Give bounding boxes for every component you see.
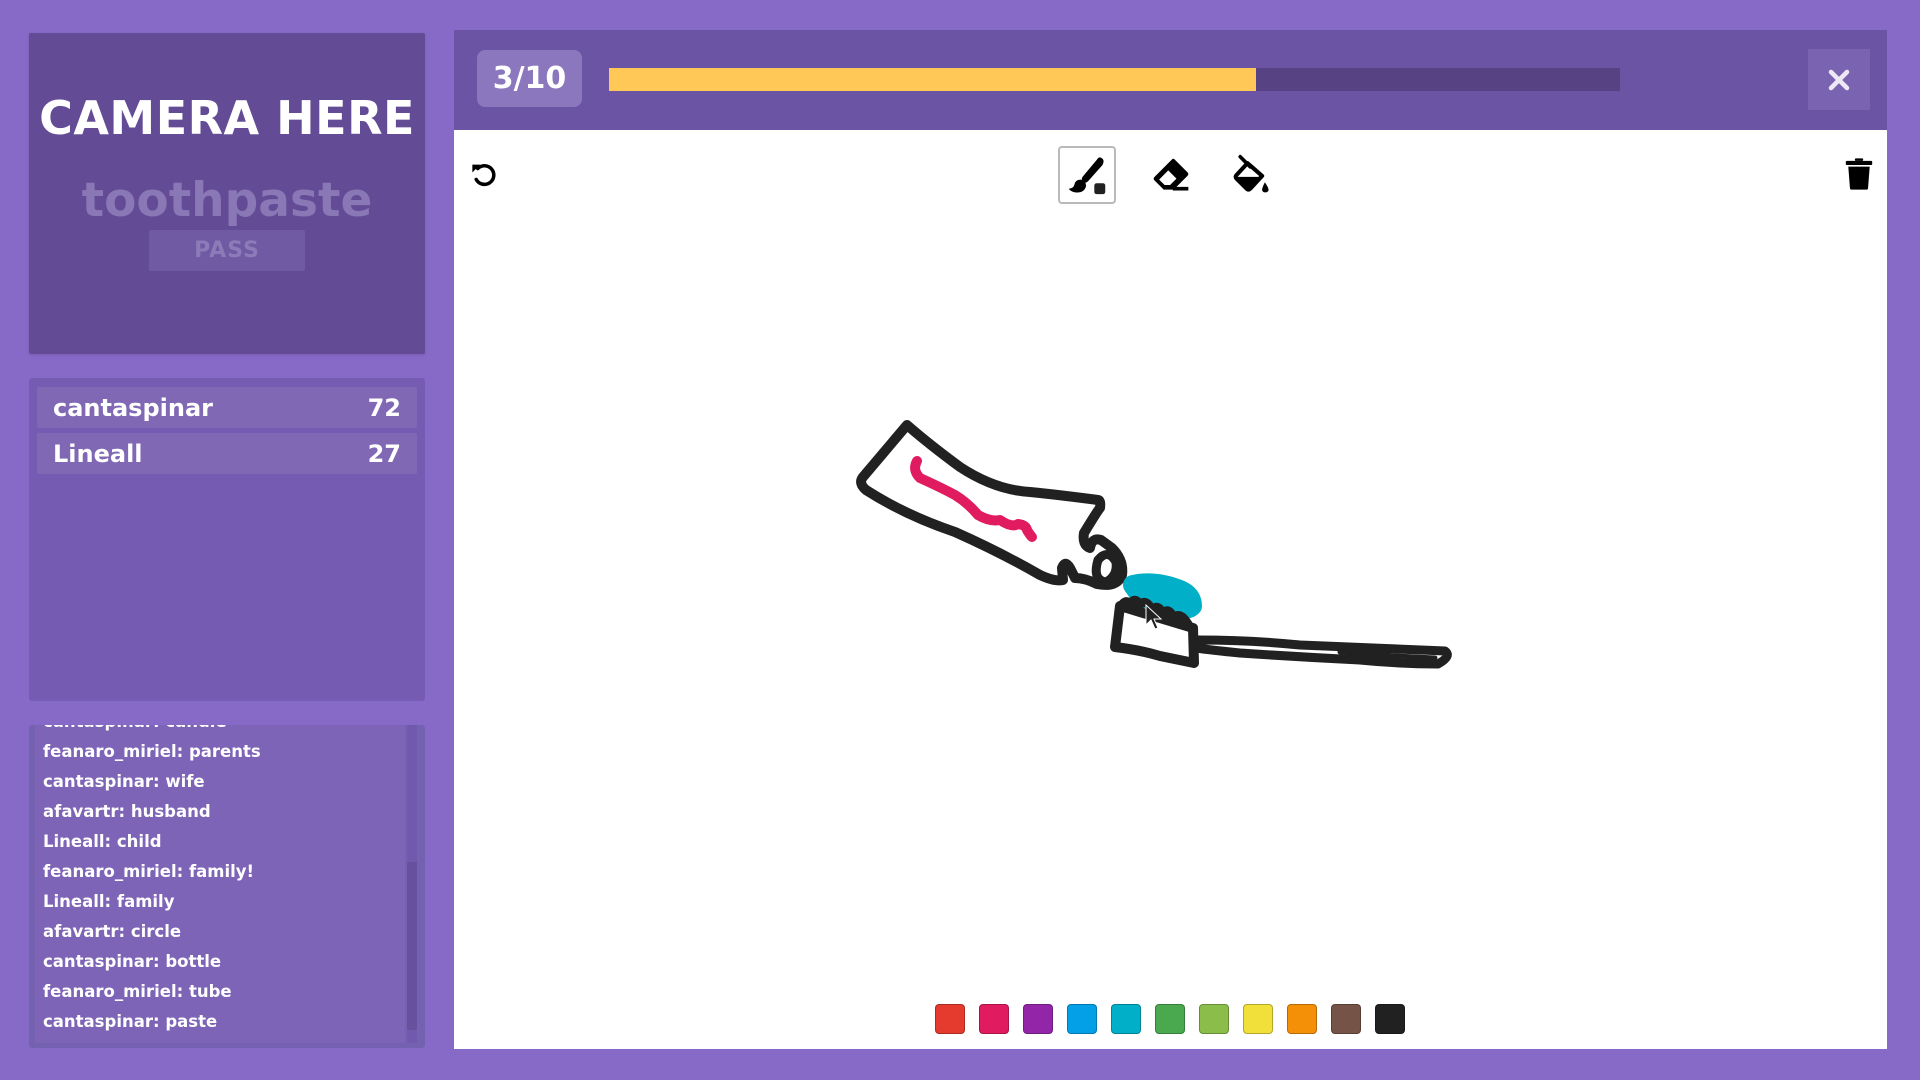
color-swatch-yellow[interactable]	[1243, 1004, 1273, 1034]
drawing-stroke-tube-outline	[856, 420, 1128, 590]
chat-scrollbar-thumb[interactable]	[407, 862, 417, 1030]
chat-message: afavartr: husband	[43, 802, 211, 821]
player-score-row: Lineall 27	[37, 433, 417, 474]
game-header: 3/10	[454, 30, 1887, 130]
chat-message: feanaro_miriel: tube	[43, 982, 232, 1001]
color-swatch-purple[interactable]	[1023, 1004, 1053, 1034]
chat-message: cantaspinar: paste	[43, 1012, 218, 1031]
fill-tool-button[interactable]	[1224, 146, 1282, 204]
pass-button[interactable]: PASS	[149, 230, 305, 271]
undo-icon	[472, 163, 496, 187]
color-swatch-black[interactable]	[1375, 1004, 1405, 1034]
color-swatch-red[interactable]	[935, 1004, 965, 1034]
color-swatch-brown[interactable]	[1331, 1004, 1361, 1034]
color-swatch-blue[interactable]	[1067, 1004, 1097, 1034]
color-swatch-pink[interactable]	[979, 1004, 1009, 1034]
player-score: 27	[367, 439, 401, 468]
chat-message: Lineall: child	[43, 832, 162, 851]
drawing-canvas[interactable]	[454, 130, 1887, 1049]
eraser-tool-button[interactable]	[1142, 146, 1200, 204]
paint-bucket-icon	[1233, 154, 1269, 193]
color-palette	[935, 1004, 1405, 1034]
chat-message: cantaspinar: wife	[43, 772, 205, 791]
current-color-indicator	[1094, 183, 1106, 195]
color-swatch-light-green[interactable]	[1199, 1004, 1229, 1034]
chat-message: cantaspinar: bottle	[43, 952, 222, 971]
drawing-stroke-brush-handle	[1191, 635, 1452, 669]
chat-scrollbar[interactable]	[407, 725, 417, 1043]
scoreboard: cantaspinar 72 Lineall 27	[29, 378, 425, 701]
camera-placeholder-title: CAMERA HERE	[39, 91, 415, 145]
close-icon	[1828, 69, 1850, 90]
color-swatch-green[interactable]	[1155, 1004, 1185, 1034]
drawing-stroke-tube-nozzle	[1091, 550, 1121, 587]
eraser-icon	[1153, 158, 1189, 191]
player-name: cantaspinar	[53, 393, 213, 422]
round-counter: 3/10	[477, 50, 582, 107]
chat-message: feanaro_miriel: parents	[43, 742, 261, 761]
chat-message: cantaspinar: candle	[43, 725, 261, 737]
chat-message-list: cantaspinar: candle feanaro_miriel: pare…	[43, 725, 261, 1037]
chat-panel: cantaspinar: candle feanaro_miriel: pare…	[29, 725, 425, 1048]
secret-word: toothpaste	[81, 173, 373, 228]
camera-panel: CAMERA HERE toothpaste PASS	[29, 33, 425, 354]
player-score-row: cantaspinar 72	[37, 387, 417, 428]
chat-message: Lineall: family	[43, 892, 175, 911]
clear-canvas-button[interactable]	[1837, 152, 1881, 196]
drawing-panel: 3/10	[454, 30, 1887, 1049]
player-score: 72	[367, 393, 401, 422]
color-swatch-cyan[interactable]	[1111, 1004, 1141, 1034]
chat-message: feanaro_miriel: family!	[43, 862, 255, 881]
timer-progress-bar	[609, 68, 1620, 91]
brush-tool-button[interactable]	[1058, 146, 1116, 204]
paintbrush-icon	[1068, 157, 1106, 195]
trash-icon	[1845, 158, 1873, 190]
chat-message: afavartr: circle	[43, 922, 182, 941]
close-button[interactable]	[1808, 49, 1870, 110]
player-name: Lineall	[53, 439, 143, 468]
color-swatch-orange[interactable]	[1287, 1004, 1317, 1034]
timer-progress-fill	[609, 68, 1257, 91]
chat-log: cantaspinar: candle feanaro_miriel: pare…	[35, 725, 405, 1043]
undo-button[interactable]	[462, 152, 506, 196]
